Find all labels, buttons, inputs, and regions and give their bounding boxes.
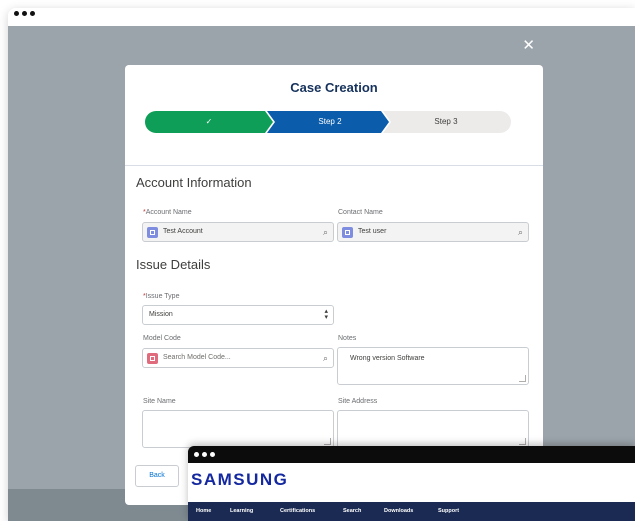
nav-item-support[interactable]: Support	[438, 508, 459, 514]
issue-type-label: *Issue Type	[143, 293, 179, 300]
nav-item-downloads[interactable]: Downloads	[384, 508, 413, 514]
account-name-field[interactable]: Test Account ⌕	[142, 222, 334, 242]
window-dot-icon[interactable]	[194, 452, 199, 457]
contact-name-label: Contact Name	[338, 209, 383, 216]
samsung-logo[interactable]: SAMSUNG	[191, 470, 288, 490]
notes-value: Wrong version Software	[350, 355, 425, 362]
notes-label: Notes	[338, 335, 357, 342]
account-name-value: Test Account	[163, 228, 203, 235]
resize-grip-icon[interactable]	[519, 438, 526, 445]
close-icon[interactable]: ✕	[522, 38, 535, 53]
samsung-browser-window: SAMSUNG Home Learning Certifications Sea…	[188, 446, 635, 521]
window-controls[interactable]	[14, 11, 35, 16]
window-dot-icon[interactable]	[14, 11, 19, 16]
resize-grip-icon[interactable]	[519, 375, 526, 382]
nav-item-search[interactable]: Search	[343, 508, 361, 514]
model-code-field[interactable]: Search Model Code... ⌕	[142, 348, 334, 368]
back-button[interactable]: Back	[135, 465, 179, 487]
contact-name-field[interactable]: Test user ⌕	[337, 222, 529, 242]
path-progress: ✓ Step 2 Step 3	[145, 111, 511, 133]
search-icon[interactable]: ⌕	[323, 353, 328, 363]
window-dot-icon[interactable]	[30, 11, 35, 16]
issue-type-value: Mission	[149, 311, 173, 318]
site-address-textarea[interactable]	[337, 410, 529, 448]
product-icon	[147, 353, 158, 364]
notes-textarea[interactable]: Wrong version Software	[337, 347, 529, 385]
samsung-nav-bar: Home Learning Certifications Search Down…	[188, 502, 635, 521]
window-controls[interactable]	[194, 452, 215, 457]
account-name-label-text: Account Name	[145, 209, 192, 216]
search-icon[interactable]: ⌕	[518, 227, 523, 237]
model-code-label: Model Code	[143, 335, 181, 342]
select-arrows-icon: ▴ ▾	[324, 308, 328, 321]
account-icon	[147, 227, 158, 238]
modal-header: Case Creation ✓ Step 2 Step 3	[125, 65, 543, 166]
issue-type-label-text: Issue Type	[145, 293, 180, 300]
case-creation-modal: Case Creation ✓ Step 2 Step 3 Account In…	[125, 65, 543, 505]
search-icon[interactable]: ⌕	[323, 227, 328, 237]
nav-item-certifications[interactable]: Certifications	[280, 508, 315, 514]
window-dot-icon[interactable]	[22, 11, 27, 16]
nav-item-home[interactable]: Home	[196, 508, 211, 514]
nav-item-learning[interactable]: Learning	[230, 508, 253, 514]
modal-title: Case Creation	[290, 80, 378, 95]
account-section-title: Account Information	[136, 175, 252, 190]
site-address-label: Site Address	[338, 398, 378, 405]
window-titlebar	[8, 8, 635, 26]
window-dot-icon[interactable]	[210, 452, 215, 457]
salesforce-browser-window: ✕ Case Creation ✓ Step 2 Step 3 Account …	[8, 8, 635, 521]
contact-icon	[342, 227, 353, 238]
path-step-current[interactable]: Step 2	[275, 116, 385, 128]
site-name-textarea[interactable]	[142, 410, 334, 448]
issue-type-select[interactable]: Mission ▴ ▾	[142, 305, 334, 325]
path-step-next[interactable]: Step 3	[391, 116, 501, 128]
issue-section-title: Issue Details	[136, 257, 211, 272]
contact-name-value: Test user	[358, 228, 387, 235]
path-step-complete[interactable]: ✓	[145, 116, 273, 128]
account-name-label: *Account Name	[143, 209, 192, 216]
resize-grip-icon[interactable]	[324, 438, 331, 445]
model-code-placeholder: Search Model Code...	[163, 354, 231, 361]
window-dot-icon[interactable]	[202, 452, 207, 457]
site-name-label: Site Name	[143, 398, 176, 405]
window-titlebar	[188, 446, 635, 463]
